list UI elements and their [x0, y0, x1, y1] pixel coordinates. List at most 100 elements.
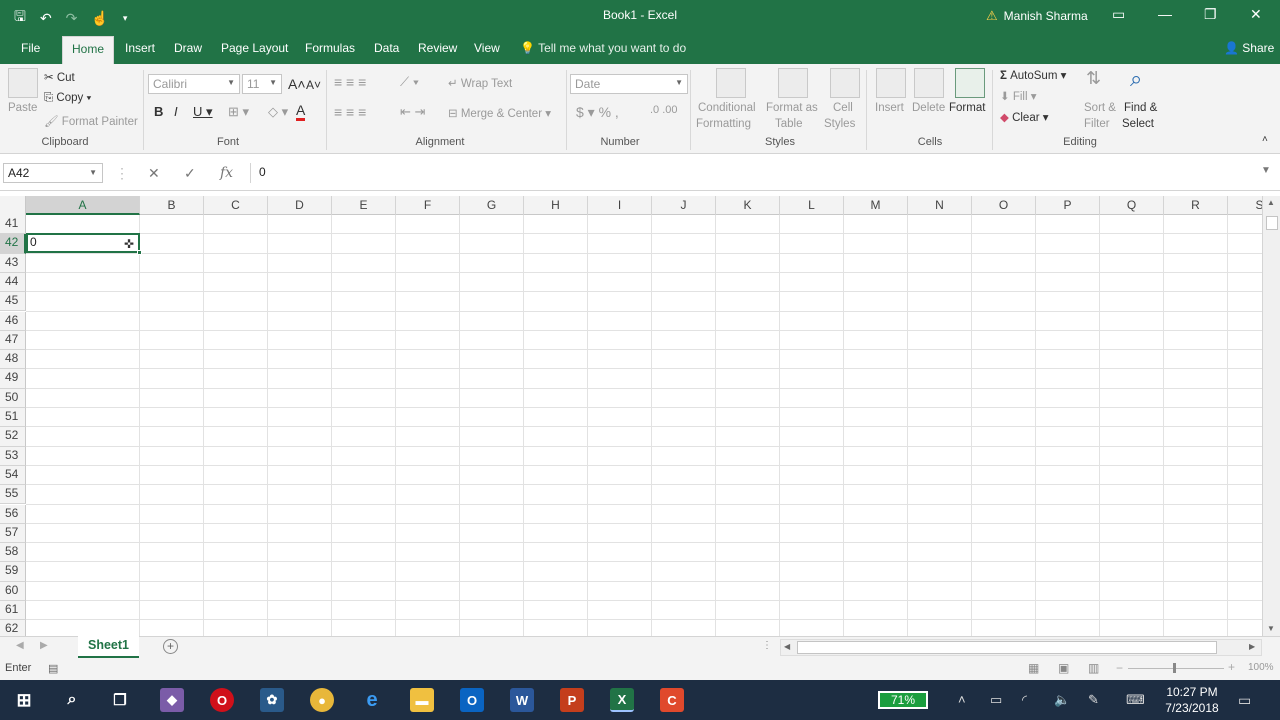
- font-color-icon[interactable]: A: [296, 102, 306, 121]
- zoom-level[interactable]: 100%: [1248, 662, 1274, 673]
- row-header-43[interactable]: 43: [0, 253, 26, 273]
- task-view-icon[interactable]: ❐: [108, 688, 132, 712]
- row-header-57[interactable]: 57: [0, 523, 26, 544]
- fill-color-icon[interactable]: ◇ ▾: [268, 104, 288, 120]
- decimal-icon[interactable]: .0 .00: [650, 104, 678, 116]
- battery-indicator[interactable]: 71%: [878, 691, 928, 709]
- cancel-icon[interactable]: ✕: [148, 165, 160, 182]
- font-name-dropdown[interactable]: Calibri ▼: [148, 74, 240, 94]
- keyboard-icon[interactable]: ⌨: [1126, 692, 1145, 708]
- column-header-o[interactable]: O: [972, 196, 1036, 215]
- row-header-46[interactable]: 46: [0, 311, 26, 331]
- find-select-label-2[interactable]: Select: [1122, 118, 1154, 130]
- column-header-i[interactable]: I: [588, 196, 652, 215]
- row-header-45[interactable]: 45: [0, 292, 26, 312]
- scroll-down-icon[interactable]: ▼: [1267, 624, 1275, 633]
- scroll-right-icon[interactable]: ▶: [1249, 642, 1255, 651]
- column-header-e[interactable]: E: [332, 196, 396, 215]
- horizontal-scrollbar[interactable]: ◀ ▶: [780, 639, 1262, 656]
- prev-sheet-icon[interactable]: ◀: [16, 640, 24, 651]
- next-sheet-icon[interactable]: ▶: [40, 640, 48, 651]
- row-header-49[interactable]: 49: [0, 369, 26, 389]
- conditional-formatting-label[interactable]: Conditional: [698, 102, 756, 114]
- format-as-table-label[interactable]: Format as: [766, 102, 818, 114]
- font-size-dropdown[interactable]: 11 ▼: [242, 74, 282, 94]
- copy-button[interactable]: ⎘ Copy ▾: [44, 92, 91, 105]
- horizontal-scroll-thumb[interactable]: [797, 641, 1217, 654]
- align-left-icon[interactable]: ≡ ≡ ≡: [334, 104, 366, 120]
- tab-insert[interactable]: Insert: [125, 41, 155, 55]
- tab-page-layout[interactable]: Page Layout: [221, 41, 288, 55]
- system-clock[interactable]: 10:27 PM 7/23/2018: [1160, 684, 1224, 716]
- windows-start-icon[interactable]: ⊞: [12, 688, 36, 712]
- wifi-icon[interactable]: ◜: [1022, 692, 1027, 708]
- row-header-58[interactable]: 58: [0, 543, 26, 563]
- autosum-button[interactable]: Σ AutoSum ▾: [1000, 68, 1066, 82]
- row-header-59[interactable]: 59: [0, 562, 26, 582]
- bold-icon[interactable]: B: [154, 104, 163, 119]
- row-header-41[interactable]: 41: [0, 215, 26, 235]
- tell-me-search[interactable]: 💡 Tell me what you want to do: [520, 41, 686, 55]
- sheet-tab-sheet1[interactable]: Sheet1: [78, 636, 139, 658]
- page-layout-view-icon[interactable]: ▣: [1058, 661, 1069, 675]
- sort-filter-icon[interactable]: ⇅: [1086, 68, 1101, 89]
- worksheet-grid[interactable]: ABCDEFGHIJKLMNOPQRS 41 42 43 44 45 46 47 48 49 50…: [0, 196, 1262, 636]
- edge-icon[interactable]: e: [360, 688, 384, 712]
- insert-function-icon[interactable]: fx: [220, 165, 233, 181]
- format-cells-icon[interactable]: [955, 68, 985, 98]
- paste-button[interactable]: Paste: [8, 102, 37, 114]
- conditional-formatting-icon[interactable]: [716, 68, 746, 98]
- row-header-60[interactable]: 60: [0, 581, 26, 601]
- orientation-icon[interactable]: ⟋ ▾: [400, 74, 419, 90]
- close-icon[interactable]: ✕: [1250, 6, 1262, 23]
- row-header-61[interactable]: 61: [0, 601, 26, 621]
- macro-record-icon[interactable]: ▤: [48, 662, 58, 675]
- tab-home[interactable]: Home: [62, 36, 115, 64]
- search-icon[interactable]: ⌕: [60, 688, 84, 712]
- column-header-q[interactable]: Q: [1100, 196, 1164, 215]
- name-box[interactable]: A42 ▼: [3, 163, 103, 183]
- tab-data[interactable]: Data: [374, 41, 399, 55]
- column-header-h[interactable]: H: [524, 196, 588, 215]
- row-header-52[interactable]: 52: [0, 427, 26, 447]
- column-header-g[interactable]: G: [460, 196, 524, 215]
- cut-button[interactable]: ✂ Cut: [44, 70, 75, 84]
- column-header-c[interactable]: C: [204, 196, 268, 215]
- sort-filter-label[interactable]: Sort &: [1084, 102, 1116, 114]
- splitter-icon[interactable]: ⋮: [762, 640, 772, 651]
- column-header-m[interactable]: M: [844, 196, 908, 215]
- conditional-formatting-label-2[interactable]: Formatting: [696, 118, 751, 130]
- row-header-54[interactable]: 54: [0, 465, 26, 486]
- expand-formula-bar-icon[interactable]: ▼: [1261, 165, 1271, 176]
- camtasia-icon[interactable]: C: [660, 688, 684, 712]
- format-as-table-label-2[interactable]: Table: [775, 118, 803, 130]
- show-hidden-icons-icon[interactable]: ˄: [958, 692, 966, 707]
- opera-icon[interactable]: O: [210, 688, 234, 712]
- page-break-view-icon[interactable]: ▥: [1088, 661, 1099, 675]
- underline-icon[interactable]: U ▾: [193, 104, 213, 120]
- battery-icon[interactable]: ▭: [990, 692, 1002, 708]
- user-account[interactable]: ⚠ Manish Sharma: [986, 8, 1088, 24]
- cell-styles-label[interactable]: Cell: [833, 102, 853, 114]
- column-header-r[interactable]: R: [1164, 196, 1228, 215]
- powerpoint-icon[interactable]: P: [560, 688, 584, 712]
- volume-icon[interactable]: 🔈: [1054, 692, 1070, 708]
- column-header-s[interactable]: S: [1228, 196, 1262, 215]
- zoom-in-icon[interactable]: +: [1228, 660, 1235, 674]
- insert-cells-icon[interactable]: [876, 68, 906, 98]
- column-header-b[interactable]: B: [140, 196, 204, 215]
- ribbon-display-options-icon[interactable]: ▭: [1112, 6, 1125, 23]
- restore-icon[interactable]: ❐: [1204, 6, 1217, 23]
- currency-icon[interactable]: $ ▾ % ,: [576, 104, 619, 121]
- indent-icon[interactable]: ⇤ ⇥: [400, 104, 425, 120]
- insert-cells-button[interactable]: Insert: [875, 102, 904, 114]
- word-icon[interactable]: W: [510, 688, 534, 712]
- column-header-f[interactable]: F: [396, 196, 460, 215]
- active-cell[interactable]: 0 ✜: [26, 233, 142, 255]
- format-as-table-icon[interactable]: [778, 68, 808, 98]
- collapse-ribbon-icon[interactable]: ˄: [1262, 134, 1268, 145]
- find-select-icon[interactable]: ⌕: [1130, 66, 1142, 92]
- minimize-icon[interactable]: —: [1158, 6, 1172, 22]
- share-button[interactable]: 👤 Share: [1224, 41, 1274, 55]
- row-header-62[interactable]: 62: [0, 620, 26, 636]
